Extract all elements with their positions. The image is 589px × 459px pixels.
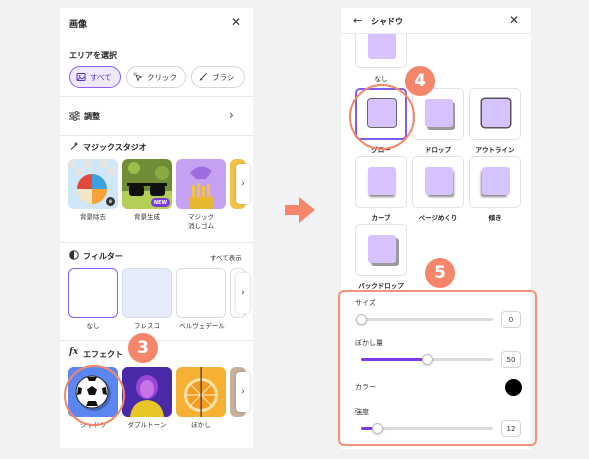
shadow-label: カーブ (371, 214, 391, 222)
magic-eraser-thumb[interactable] (176, 159, 226, 209)
close-icon[interactable]: ✕ (509, 14, 519, 26)
filter-item-label: フレスコ (134, 322, 160, 330)
highlight-ring (64, 365, 125, 426)
pill-all-label: すべて (90, 72, 112, 82)
crown-icon: ♛ (106, 197, 115, 206)
shadow-preview-square (425, 167, 453, 195)
shadow-preview-square (368, 31, 396, 59)
highlight-ring (349, 84, 415, 150)
divider (60, 242, 253, 243)
select-area-title: エリアを選択 (69, 51, 117, 60)
fries-image (176, 159, 226, 209)
filter-none-thumb[interactable] (68, 268, 118, 318)
panel-header: ← シャドウ ✕ (341, 8, 531, 34)
filter-icon (69, 250, 79, 260)
shadow-preview-square (425, 99, 453, 127)
effect-item-label: ダブルトーン (127, 421, 167, 429)
scroll-right-button[interactable]: › (236, 372, 250, 412)
effect-blur-thumb[interactable] (176, 367, 226, 417)
highlight-box (338, 290, 537, 446)
adjust-label: 調整 (84, 112, 100, 121)
magic-item-label: 背景除去 (80, 213, 106, 221)
magic-bg-remove-thumb[interactable]: ♛ (68, 159, 118, 209)
pill-click-label: クリック (147, 72, 177, 82)
magic-item-label: 背景生成 (134, 213, 160, 221)
effect-duotone-thumb[interactable] (122, 367, 172, 417)
shadow-label: バックドロップ (358, 282, 404, 290)
shadow-none-label: なし (374, 75, 388, 83)
chevron-right-icon: › (229, 108, 234, 122)
shadow-label: アウトライン (475, 146, 515, 154)
sliders-icon (69, 111, 80, 121)
step-4-badge: 4 (405, 66, 435, 96)
shadow-label: 傾き (488, 214, 502, 222)
back-arrow-icon[interactable]: ← (353, 14, 362, 27)
panel-header: 画像 ✕ (60, 8, 253, 36)
orange-slice-image (176, 367, 226, 417)
pill-brush-label: ブラシ (212, 72, 235, 82)
shadow-outline-tile[interactable] (469, 88, 521, 140)
magic-item-label: マジック 消しゴム (188, 213, 214, 230)
filter-title: フィルター (83, 252, 123, 261)
duotone-portrait-image (122, 367, 172, 417)
pill-click[interactable]: クリック (126, 66, 186, 88)
scroll-right-button[interactable]: › (236, 273, 250, 313)
adjust-row[interactable]: 調整 › (60, 98, 253, 134)
divider (60, 135, 253, 136)
filter-item-label: ベルヴェデール (179, 322, 225, 330)
fx-icon: fx (69, 347, 79, 357)
magic-bg-generate-thumb[interactable]: NEW (122, 159, 172, 209)
magic-sparkle-icon (70, 141, 79, 150)
step-5-badge: 5 (425, 258, 455, 288)
filter-belvedere-thumb[interactable] (176, 268, 226, 318)
magic-studio-title: マジックスタジオ (83, 143, 147, 152)
shadow-page-curl-tile[interactable] (412, 156, 464, 208)
filter-item-label: なし (86, 322, 100, 330)
close-icon[interactable]: ✕ (231, 16, 241, 28)
shadow-label: ページめくり (418, 214, 458, 222)
shadow-preview-square (368, 235, 396, 263)
shadow-preview-square (482, 99, 510, 127)
panel-title: シャドウ (371, 17, 403, 26)
shadow-tilt-tile[interactable] (469, 156, 521, 208)
panel-title: 画像 (69, 20, 88, 30)
arrow-right-icon (285, 197, 315, 223)
effect-item-label: ぼかし (191, 421, 211, 429)
see-all-link[interactable]: すべて表示 (210, 252, 242, 262)
effects-title: エフェクト (83, 350, 123, 359)
new-badge: NEW (150, 198, 170, 207)
filter-fresco-thumb[interactable] (122, 268, 172, 318)
shadow-label: ドロップ (425, 146, 451, 154)
magic-click-icon (133, 72, 143, 82)
divider (60, 96, 253, 97)
screenshot-root: 画像 ✕ エリアを選択 すべて クリック ブラシ 調整 › マジックスタジオ ♛… (0, 0, 589, 459)
shadow-preview-square (482, 167, 510, 195)
shadow-preview-square (368, 167, 396, 195)
shadow-backdrop-tile[interactable] (355, 224, 407, 276)
pill-brush[interactable]: ブラシ (191, 66, 245, 88)
pill-all[interactable]: すべて (69, 66, 121, 88)
new-badge-label: NEW (153, 199, 167, 206)
scroll-right-button[interactable]: › (236, 164, 250, 204)
step-3-badge: 3 (128, 333, 158, 363)
brush-icon (199, 73, 207, 81)
shadow-curve-tile[interactable] (355, 156, 407, 208)
image-icon (76, 73, 86, 81)
